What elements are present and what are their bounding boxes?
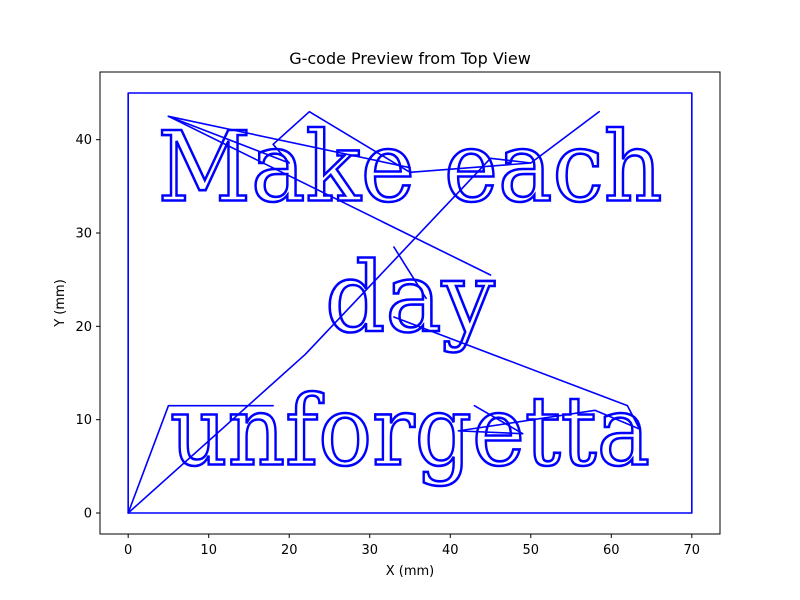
x-tick-label: 60 (603, 543, 620, 558)
chart: G-code Preview from Top View Make each da… (0, 0, 800, 600)
y-tick-label: 40 (75, 133, 92, 148)
x-tick-label: 40 (442, 543, 459, 558)
y-axis-label: Y (mm) (53, 279, 68, 328)
x-tick-label: 30 (361, 543, 378, 558)
x-tick-label: 10 (200, 543, 217, 558)
x-tick-label: 0 (124, 543, 132, 558)
y-tick-label: 20 (75, 320, 92, 335)
toolpath-text-line-2: unforgetta (170, 375, 650, 487)
x-tick-label: 70 (684, 543, 701, 558)
toolpath-text-line-0: Make each (158, 111, 663, 223)
x-tick-label: 20 (281, 543, 298, 558)
y-tick-label: 30 (75, 227, 92, 242)
x-tick-label: 50 (523, 543, 540, 558)
y-tick-label: 0 (84, 507, 92, 522)
x-axis-label: X (mm) (386, 564, 435, 579)
y-tick-label: 10 (75, 413, 92, 428)
toolpath-text-line-1: day (325, 242, 495, 354)
chart-title: G-code Preview from Top View (289, 49, 531, 68)
